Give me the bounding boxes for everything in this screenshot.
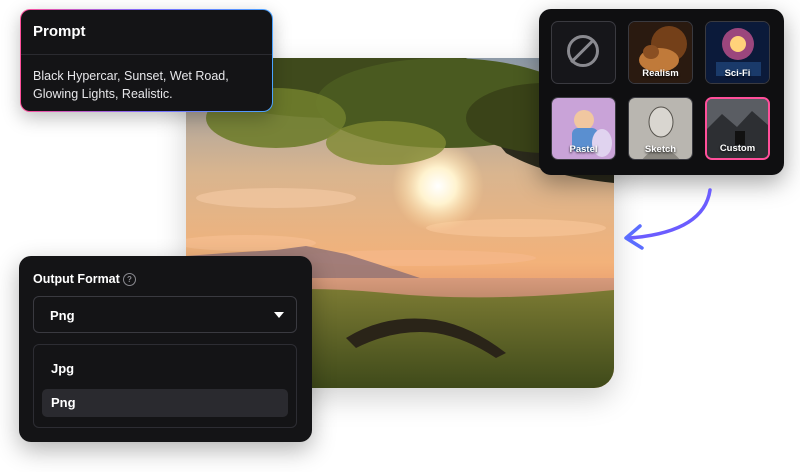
style-label: Pastel: [569, 144, 598, 155]
format-options-list: Jpg Png: [33, 344, 297, 428]
style-label: Custom: [719, 143, 756, 154]
prompt-title: Prompt: [21, 10, 272, 55]
no-style-icon: [567, 35, 599, 67]
style-label: Realism: [642, 68, 679, 79]
style-tile-sketch[interactable]: Sketch: [628, 97, 693, 160]
style-tile-custom[interactable]: Custom: [705, 97, 770, 160]
style-tile-scifi[interactable]: Sci-Fi: [705, 21, 770, 84]
chevron-down-icon: [274, 312, 284, 318]
output-format-title: Output Format: [33, 272, 120, 286]
style-label: Sketch: [644, 144, 677, 155]
style-label: Sci-Fi: [724, 68, 751, 79]
output-format-panel: Output Format ? Png Jpg Png: [19, 256, 312, 442]
style-tile-none[interactable]: [551, 21, 616, 84]
prompt-card: Prompt Black Hypercar, Sunset, Wet Road,…: [20, 9, 273, 112]
style-tile-realism[interactable]: Realism: [628, 21, 693, 84]
prompt-text[interactable]: Black Hypercar, Sunset, Wet Road, Glowin…: [21, 55, 272, 103]
question-circle-icon[interactable]: ?: [123, 273, 136, 286]
style-picker: Realism Sci-Fi Pastel Sketch Custom: [539, 9, 784, 175]
curved-arrow-icon: [624, 188, 712, 250]
format-option-jpg[interactable]: Jpg: [42, 355, 288, 383]
format-option-png[interactable]: Png: [42, 389, 288, 417]
output-format-select[interactable]: Png: [33, 296, 297, 333]
selected-format: Png: [50, 308, 75, 323]
style-tile-pastel[interactable]: Pastel: [551, 97, 616, 160]
